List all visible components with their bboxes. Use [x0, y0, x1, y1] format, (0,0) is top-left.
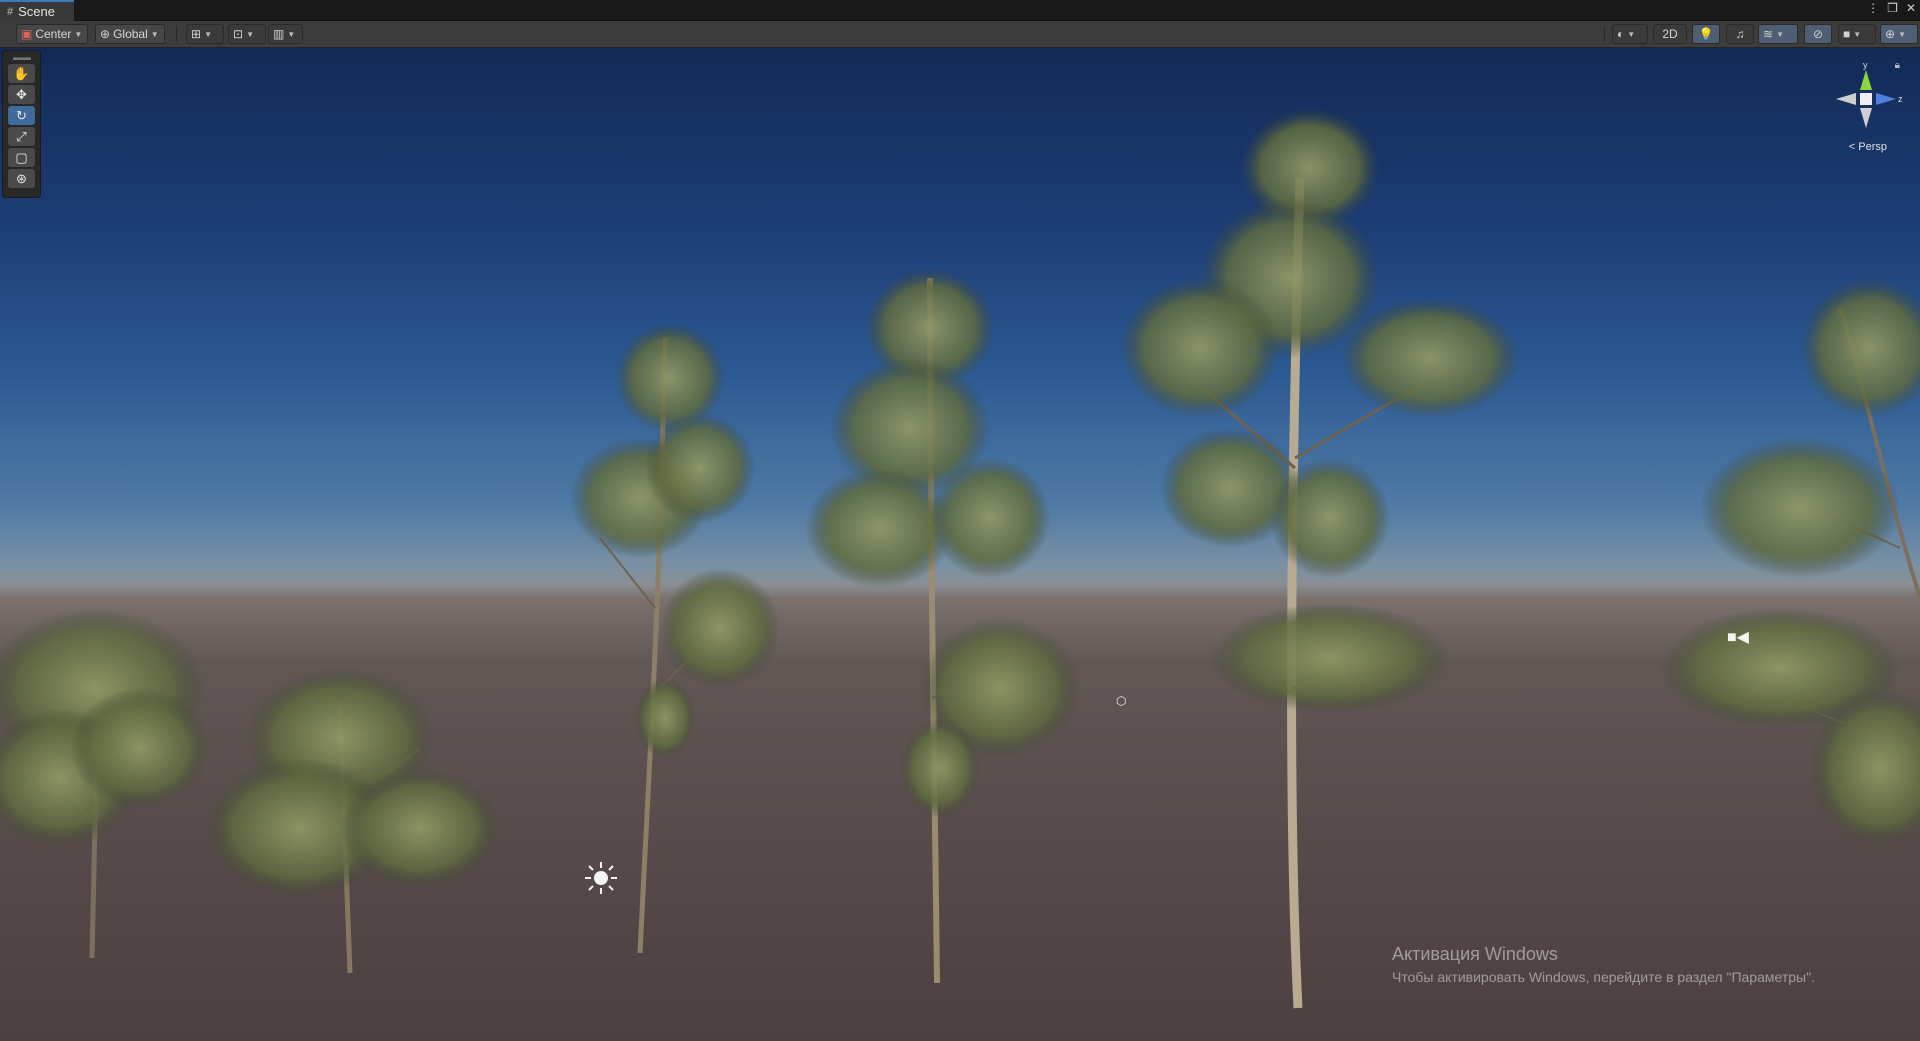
- pivot-mode-dropdown[interactable]: ▣ Center ▼: [16, 24, 88, 44]
- chevron-down-icon: ▼: [1898, 29, 1906, 39]
- window-title-bar: # Scene ⋮ ❐ ✕: [0, 0, 1920, 21]
- axis-z-cone[interactable]: [1876, 93, 1896, 105]
- axis-z-label: z: [1898, 94, 1903, 104]
- maximize-icon[interactable]: ❐: [1887, 1, 1898, 15]
- increment-snap-dropdown[interactable]: ▥ ▼: [268, 24, 303, 44]
- scene-objects: [0, 108, 1920, 1009]
- chevron-left-icon: <: [1848, 141, 1856, 153]
- more-icon[interactable]: ⋮: [1867, 1, 1879, 15]
- window-controls: ⋮ ❐ ✕: [1867, 1, 1916, 15]
- shading-icon: ◐: [1617, 27, 1625, 41]
- chevron-down-icon: ▼: [1627, 29, 1636, 39]
- scene-tab-label: Scene: [18, 4, 55, 19]
- globe-icon: ⊕: [100, 27, 111, 41]
- gizmo-center-cube[interactable]: [1860, 93, 1872, 105]
- tree-3[interactable]: [570, 323, 780, 954]
- scene-visibility-toggle[interactable]: ⊘: [1804, 24, 1832, 44]
- move-tool-button[interactable]: ✥: [8, 85, 35, 104]
- eye-slash-icon: ⊘: [1812, 27, 1824, 41]
- transform-icon: ⊛: [16, 170, 27, 186]
- grid-snap-icon: ⊞: [191, 27, 202, 41]
- transform-tool-button[interactable]: ⊛: [8, 169, 35, 188]
- chevron-down-icon: ▼: [287, 29, 296, 39]
- toolbar-divider: [176, 26, 177, 42]
- ruler-icon: ▥: [273, 27, 285, 41]
- rect-tool-button[interactable]: ▢: [8, 148, 35, 167]
- lightbulb-icon: 💡: [1698, 27, 1714, 41]
- hand-icon: ✋: [13, 65, 30, 81]
- pivot-icon: ▣: [21, 27, 33, 41]
- scale-icon: ⤢: [16, 128, 27, 144]
- tree-2[interactable]: [205, 668, 500, 974]
- scene-toolbar: ▣ Center ▼ ⊕ Global ▼ ⊞ ▼ ⊡ ▼ ▥ ▼ ◐ ▼ 2D…: [0, 21, 1920, 48]
- camera-gizmo-icon[interactable]: ■◀: [1727, 627, 1749, 647]
- close-icon[interactable]: ✕: [1906, 1, 1916, 15]
- watermark-subtitle: Чтобы активировать Windows, перейдите в …: [1392, 969, 1815, 985]
- grid-icon: #: [7, 5, 14, 18]
- grid-snap-dropdown[interactable]: ⊞ ▼: [186, 24, 224, 44]
- projection-label: Persp: [1858, 141, 1887, 153]
- lighting-toggle[interactable]: 💡: [1692, 24, 1720, 44]
- speaker-muted-icon: ♫: [1735, 27, 1745, 41]
- directional-light-icon[interactable]: [584, 861, 618, 895]
- axis-y-cone[interactable]: [1860, 70, 1872, 90]
- camera-settings-dropdown[interactable]: ■ ▼: [1838, 24, 1876, 44]
- rect-icon: ▢: [15, 149, 28, 165]
- chevron-down-icon: ▼: [150, 29, 159, 39]
- watermark-title: Активация Windows: [1392, 944, 1558, 964]
- tree-6[interactable]: [1660, 278, 1920, 848]
- scale-tool-button[interactable]: ⤢: [8, 127, 35, 146]
- layers-icon: ≋: [1763, 27, 1774, 41]
- toolbar-divider: [1604, 26, 1605, 42]
- rotate-icon: ↻: [16, 107, 27, 123]
- chevron-down-icon: ▼: [1776, 29, 1784, 39]
- chevron-down-icon: ▼: [246, 29, 254, 39]
- audio-toggle[interactable]: ♫: [1726, 24, 1754, 44]
- hand-tool-button[interactable]: ✋: [8, 64, 35, 83]
- projection-toggle[interactable]: < Persp: [1849, 141, 1887, 153]
- pivot-mode-label: Center: [35, 27, 72, 41]
- cube-icon[interactable]: ⬡: [1116, 694, 1126, 708]
- tools-panel: ✋ ✥ ↻ ⤢ ▢ ⊛: [2, 50, 41, 198]
- grid-visibility-dropdown[interactable]: ⊡ ▼: [228, 24, 266, 44]
- tree-4[interactable]: [805, 268, 1080, 984]
- grid-visibility-icon: ⊡: [233, 27, 244, 41]
- panel-grip[interactable]: [12, 57, 31, 60]
- chevron-down-icon: ▼: [1853, 29, 1862, 39]
- draw-mode-dropdown[interactable]: ◐ ▼: [1612, 24, 1648, 44]
- move-icon: ✥: [16, 86, 27, 102]
- gizmos-dropdown[interactable]: ⊕ ▼: [1880, 24, 1918, 44]
- effects-dropdown[interactable]: ≋ ▼: [1758, 24, 1798, 44]
- gizmos-icon: ⊕: [1885, 27, 1896, 41]
- pivot-rotation-label: Global: [113, 27, 148, 41]
- toggle-2d-button[interactable]: 2D: [1653, 24, 1687, 44]
- scene-tab[interactable]: # Scene: [0, 0, 74, 21]
- tree-5[interactable]: [1120, 108, 1520, 1009]
- axis-neg-y-cone[interactable]: [1860, 108, 1872, 128]
- pivot-rotation-dropdown[interactable]: ⊕ Global ▼: [95, 24, 165, 44]
- axis-neg-x-cone[interactable]: [1836, 93, 1856, 105]
- axis-y-label: y: [1863, 60, 1868, 70]
- chevron-down-icon: ▼: [204, 29, 212, 39]
- tree-1[interactable]: [0, 608, 210, 959]
- windows-activation-watermark: Активация Windows Чтобы активировать Win…: [1392, 944, 1815, 985]
- toggle-2d-label: 2D: [1662, 27, 1678, 41]
- camera-icon: ■: [1843, 27, 1851, 41]
- chevron-down-icon: ▼: [74, 29, 83, 39]
- rotate-tool-button[interactable]: ↻: [8, 106, 35, 125]
